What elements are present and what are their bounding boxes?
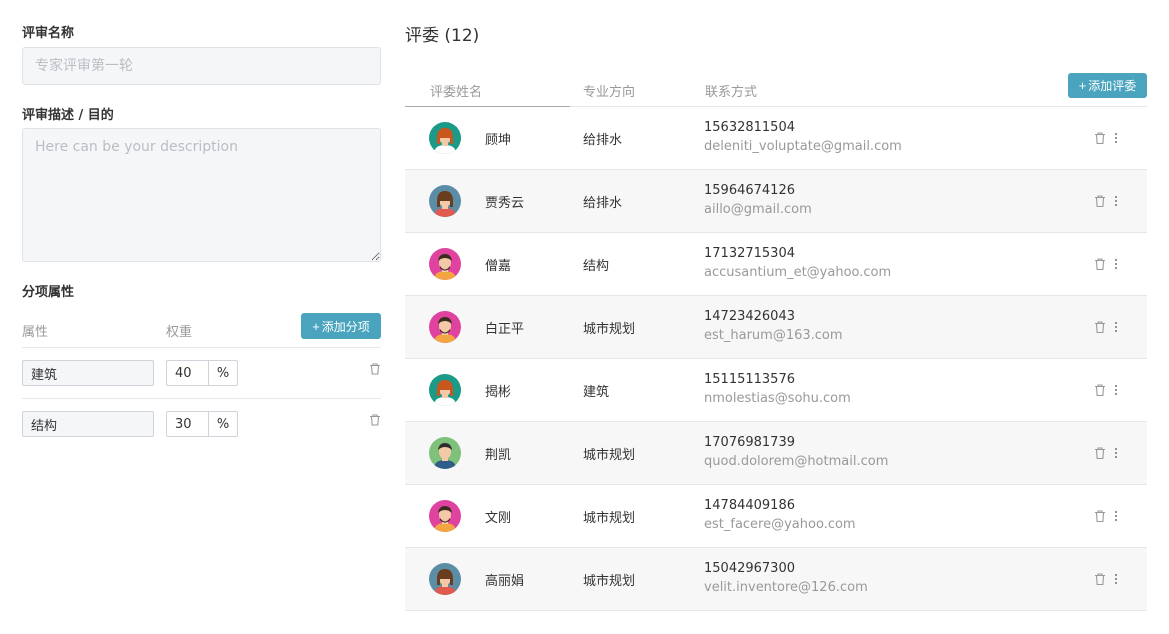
reviewer-name: 白正平	[485, 322, 525, 337]
row-divider	[405, 610, 1147, 611]
items-header-divider	[22, 347, 381, 348]
review-desc-textarea[interactable]	[22, 128, 381, 262]
add-item-label: 添加分项	[321, 319, 370, 334]
plus-icon: +	[312, 318, 320, 334]
reviewer-name: 高丽娟	[485, 574, 525, 589]
items-col-attr: 属性	[22, 325, 49, 340]
avatar	[429, 185, 461, 217]
reviewer-email: accusantium_et@yahoo.com	[704, 265, 892, 280]
review-desc-label: 评审描述 / 目的	[22, 108, 114, 123]
item-weight-unit: %	[216, 365, 230, 381]
reviewer-phone: 17076981739	[704, 435, 795, 450]
avatar	[429, 311, 461, 343]
delete-icon[interactable]	[1094, 572, 1106, 586]
items-col-weight: 权重	[166, 325, 193, 340]
reviewer-row[interactable]: 揭彬 建筑 15115113576 nmolestias@sohu.com	[405, 359, 1147, 421]
reviewer-phone: 15632811504	[704, 120, 795, 135]
more-icon[interactable]	[1113, 320, 1119, 334]
reviewer-dept: 建筑	[583, 385, 610, 400]
item-weight-value[interactable]: 30	[167, 412, 209, 436]
col-contact[interactable]: 联系方式	[705, 81, 757, 100]
avatar	[429, 374, 461, 406]
more-icon[interactable]	[1113, 446, 1119, 460]
reviewer-row[interactable]: 白正平 城市规划 14723426043 est_harum@163.com	[405, 296, 1147, 358]
reviewer-phone: 15042967300	[704, 561, 795, 576]
more-icon[interactable]	[1113, 509, 1119, 523]
avatar	[429, 437, 461, 469]
item-divider	[22, 398, 381, 399]
item-name-field[interactable]: 建筑	[22, 360, 154, 386]
item-weight-field[interactable]: 40 %	[166, 360, 238, 386]
review-name-label: 评审名称	[22, 26, 75, 41]
reviewer-email: velit.inventore@126.com	[704, 580, 868, 595]
review-name-input[interactable]	[22, 47, 381, 85]
reviewer-email: est_harum@163.com	[704, 328, 843, 343]
more-icon[interactable]	[1113, 572, 1119, 586]
plus-icon: +	[1078, 78, 1087, 93]
delete-icon[interactable]	[1094, 131, 1106, 145]
avatar	[429, 500, 461, 532]
reviewer-row[interactable]: 高丽娟 城市规划 15042967300 velit.inventore@126.co…	[405, 548, 1147, 610]
reviewer-dept: 城市规划	[583, 322, 636, 337]
more-icon[interactable]	[1113, 131, 1119, 145]
add-reviewer-button[interactable]: + 添加评委	[1068, 73, 1147, 98]
reviewer-name: 顾坤	[485, 133, 512, 148]
item-weight-field[interactable]: 30 %	[166, 411, 238, 437]
delete-icon[interactable]	[1094, 509, 1106, 523]
reviewer-phone: 17132715304	[704, 246, 795, 261]
delete-icon[interactable]	[1094, 257, 1106, 271]
reviewer-email: aillo@gmail.com	[704, 202, 812, 217]
reviewer-dept: 给排水	[583, 133, 623, 148]
delete-icon[interactable]	[1094, 383, 1106, 397]
delete-icon[interactable]	[1094, 320, 1106, 334]
reviewer-row[interactable]: 荆凯 城市规划 17076981739 quod.dolorem@hotmail.co…	[405, 422, 1147, 484]
item-delete-icon[interactable]	[368, 362, 382, 376]
reviewers-title: 评委 (12)	[405, 26, 480, 46]
reviewer-email: deleniti_voluptate@gmail.com	[704, 139, 902, 154]
avatar	[429, 248, 461, 280]
reviewer-row[interactable]: 顾坤 给排水 15632811504 deleniti_voluptate@gmail…	[405, 107, 1147, 169]
item-name-value: 结构	[31, 418, 58, 434]
reviewer-email: quod.dolorem@hotmail.com	[704, 454, 889, 469]
item-name-value: 建筑	[31, 367, 58, 383]
add-item-button[interactable]: + 添加分项	[301, 313, 381, 339]
more-icon[interactable]	[1113, 383, 1119, 397]
reviewer-dept: 城市规划	[583, 511, 636, 526]
reviewer-email: nmolestias@sohu.com	[704, 391, 851, 406]
reviewer-phone: 15115113576	[704, 372, 795, 387]
reviewer-dept: 城市规划	[583, 448, 636, 463]
reviewer-dept: 城市规划	[583, 574, 636, 589]
reviewer-row[interactable]: 贾秀云 给排水 15964674126 aillo@gmail.com	[405, 170, 1147, 232]
reviewer-row[interactable]: 文刚 城市规划 14784409186 est_facere@yahoo.com	[405, 485, 1147, 547]
delete-icon[interactable]	[1094, 446, 1106, 460]
reviewer-phone: 14723426043	[704, 309, 795, 324]
reviewer-name: 贾秀云	[485, 196, 525, 211]
reviewer-name: 揭彬	[485, 385, 512, 400]
more-icon[interactable]	[1113, 194, 1119, 208]
add-reviewer-label: 添加评委	[1088, 79, 1137, 93]
reviewer-phone: 14784409186	[704, 498, 795, 513]
reviewer-name: 文刚	[485, 511, 512, 526]
items-section-label: 分项属性	[22, 285, 75, 300]
item-weight-value[interactable]: 40	[167, 361, 209, 385]
col-dept[interactable]: 专业方向	[583, 81, 635, 100]
reviewer-name: 僧嘉	[485, 259, 512, 274]
reviewer-name: 荆凯	[485, 448, 512, 463]
avatar	[429, 563, 461, 595]
reviewer-dept: 给排水	[583, 196, 623, 211]
delete-icon[interactable]	[1094, 194, 1106, 208]
item-weight-unit: %	[216, 416, 230, 432]
avatar	[429, 122, 461, 154]
reviewer-phone: 15964674126	[704, 183, 795, 198]
item-name-field[interactable]: 结构	[22, 411, 154, 437]
col-reviewer-name[interactable]: 评委姓名	[430, 81, 482, 100]
reviewer-row[interactable]: 僧嘉 结构 17132715304 accusantium_et@yahoo.com	[405, 233, 1147, 295]
more-icon[interactable]	[1113, 257, 1119, 271]
item-delete-icon[interactable]	[368, 413, 382, 427]
reviewer-email: est_facere@yahoo.com	[704, 517, 856, 532]
reviewer-dept: 结构	[583, 259, 610, 274]
